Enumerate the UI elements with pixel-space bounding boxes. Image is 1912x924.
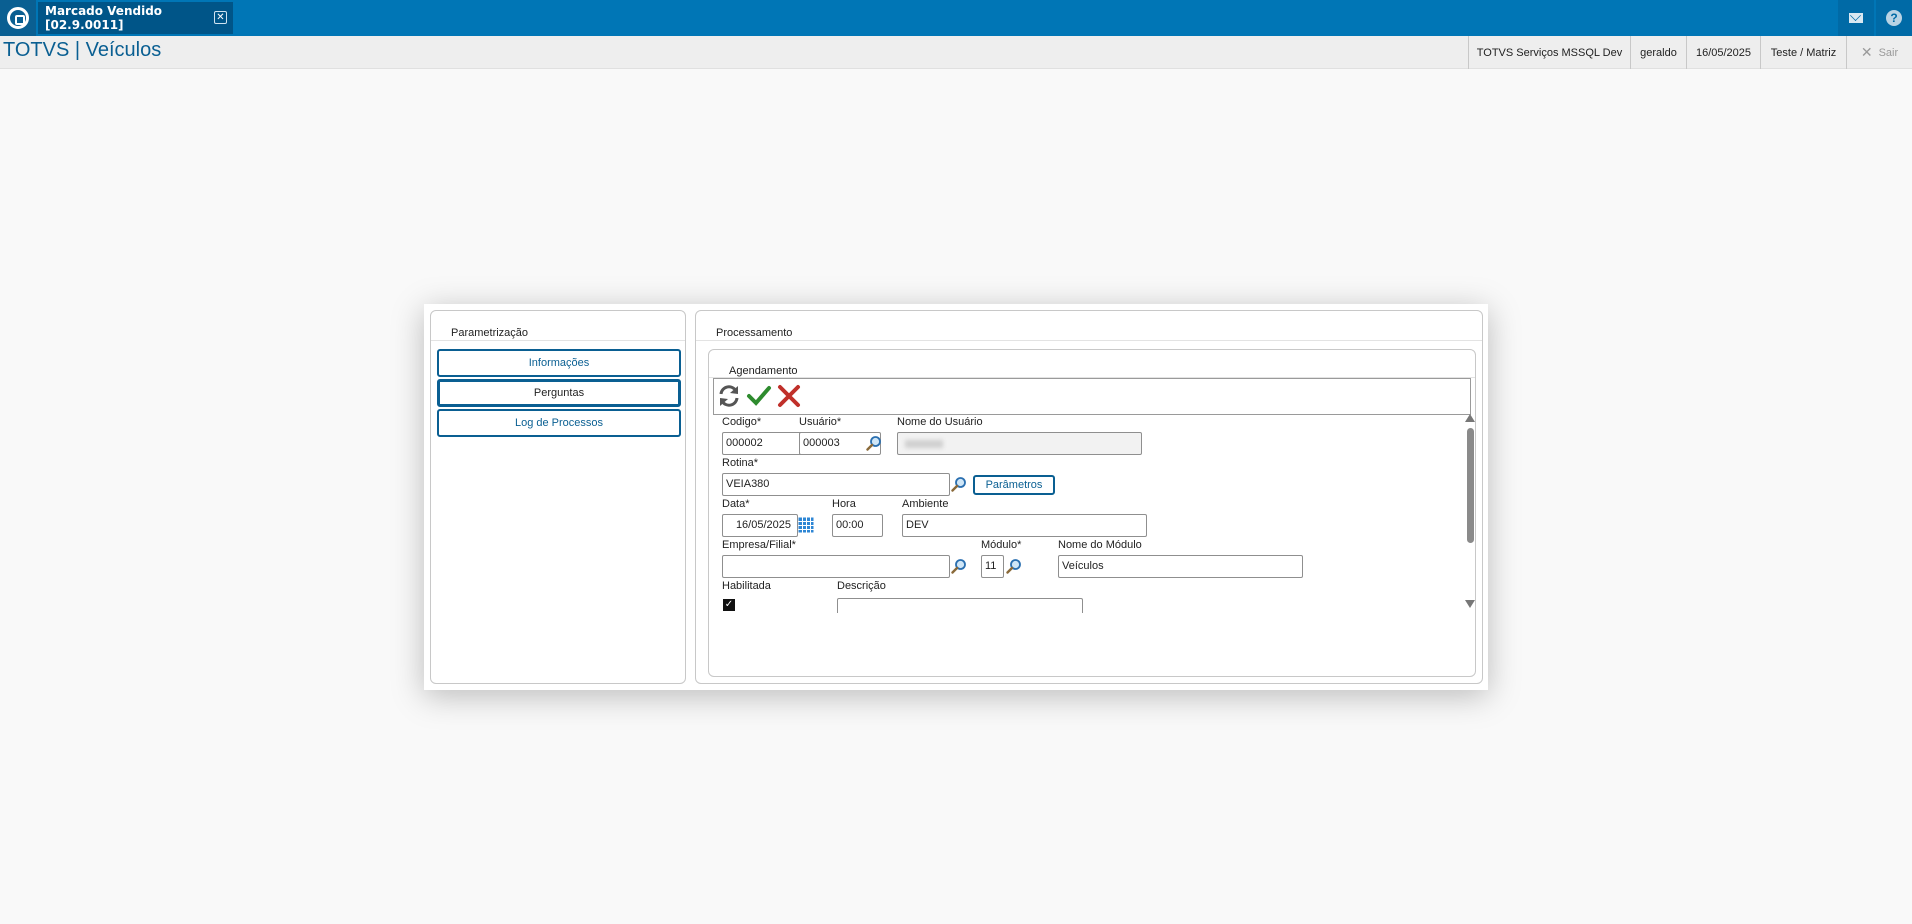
ambiente-label: Ambiente [902,498,949,510]
scrollbar-thumb[interactable] [1467,428,1474,543]
scroll-up-icon[interactable] [1465,414,1475,422]
logout-button[interactable]: ✕ Sair [1846,36,1912,69]
search-icon[interactable] [951,558,967,574]
modulo-field[interactable]: 11 [981,555,1004,578]
header-bar: TOTVS | Veículos TOTVS Serviços MSSQL De… [0,36,1912,69]
toolbar [713,378,1471,415]
nome-usuario-label: Nome do Usuário [897,416,983,428]
descricao-label: Descrição [837,580,886,592]
log-de-processos-button[interactable]: Log de Processos [437,409,681,437]
search-icon[interactable] [1006,558,1022,574]
perguntas-button[interactable]: Perguntas [437,379,681,407]
usuario-label: Usuário* [799,416,842,428]
habilitada-label: Habilitada [722,580,771,592]
hora-field[interactable]: 00:00 [832,514,883,537]
scroll-down-icon[interactable] [1465,600,1475,608]
modulo-label: Módulo* [981,539,1022,551]
mail-icon [1849,13,1863,23]
tab-marcado-vendido[interactable]: Marcado Vendido [02.9.0011] ✕ [38,2,233,34]
habilitada-checkbox[interactable]: ✓ [723,599,735,611]
branch-info: Teste / Matriz [1760,36,1846,69]
data-label: Data* [722,498,750,510]
rotina-field[interactable]: VEIA380 [722,473,950,496]
data-field[interactable]: 16/05/2025 [722,514,798,537]
panel-title: Parametrização [451,327,529,339]
environment-info: TOTVS Serviços MSSQL Dev [1468,36,1630,69]
help-icon: ? [1886,10,1902,26]
ambiente-field[interactable]: DEV [902,514,1147,537]
nome-modulo-label: Nome do Módulo [1058,539,1142,551]
help-button[interactable]: ? [1876,0,1912,36]
tab-label: Marcado Vendido [02.9.0011] [45,4,163,32]
totvs-logo-icon[interactable] [0,0,36,36]
hora-label: Hora [832,498,856,510]
top-bar: Marcado Vendido [02.9.0011] ✕ ? [0,0,1912,36]
confirm-icon[interactable] [746,383,772,409]
codigo-label: Codigo* [722,416,762,428]
mail-button[interactable] [1838,0,1874,36]
codigo-field[interactable]: 000002 [722,432,804,455]
schedule-dialog: Parametrização Informações Perguntas Log… [424,304,1488,690]
cancel-icon[interactable] [776,383,802,409]
section-title: Agendamento [729,365,798,377]
logout-label: Sair [1878,46,1899,59]
nome-usuario-field [897,432,1142,455]
search-icon[interactable] [866,435,882,451]
agendamento-panel: Agendamento Codigo* 000002 Usuário* 0000… [708,349,1476,677]
nome-modulo-field[interactable]: Veículos [1058,555,1303,578]
empresa-field[interactable] [722,555,950,578]
informacoes-button[interactable]: Informações [437,349,681,377]
rotina-label: Rotina* [722,457,759,469]
processamento-panel: Processamento Agendamento Codigo* 000002… [695,310,1483,684]
close-icon: ✕ [1860,44,1873,60]
refresh-icon[interactable] [716,383,742,409]
descricao-field[interactable] [837,598,1083,613]
calendar-icon[interactable] [798,517,814,533]
empresa-label: Empresa/Filial* [722,539,796,551]
parametros-button[interactable]: Parâmetros [973,475,1055,495]
parametrizacao-panel: Parametrização Informações Perguntas Log… [430,310,686,684]
close-icon[interactable]: ✕ [214,11,227,24]
user-info: geraldo [1630,36,1686,69]
search-icon[interactable] [951,476,967,492]
date-info: 16/05/2025 [1686,36,1760,69]
page-title: TOTVS | Veículos [3,39,162,61]
panel-title: Processamento [716,327,793,339]
